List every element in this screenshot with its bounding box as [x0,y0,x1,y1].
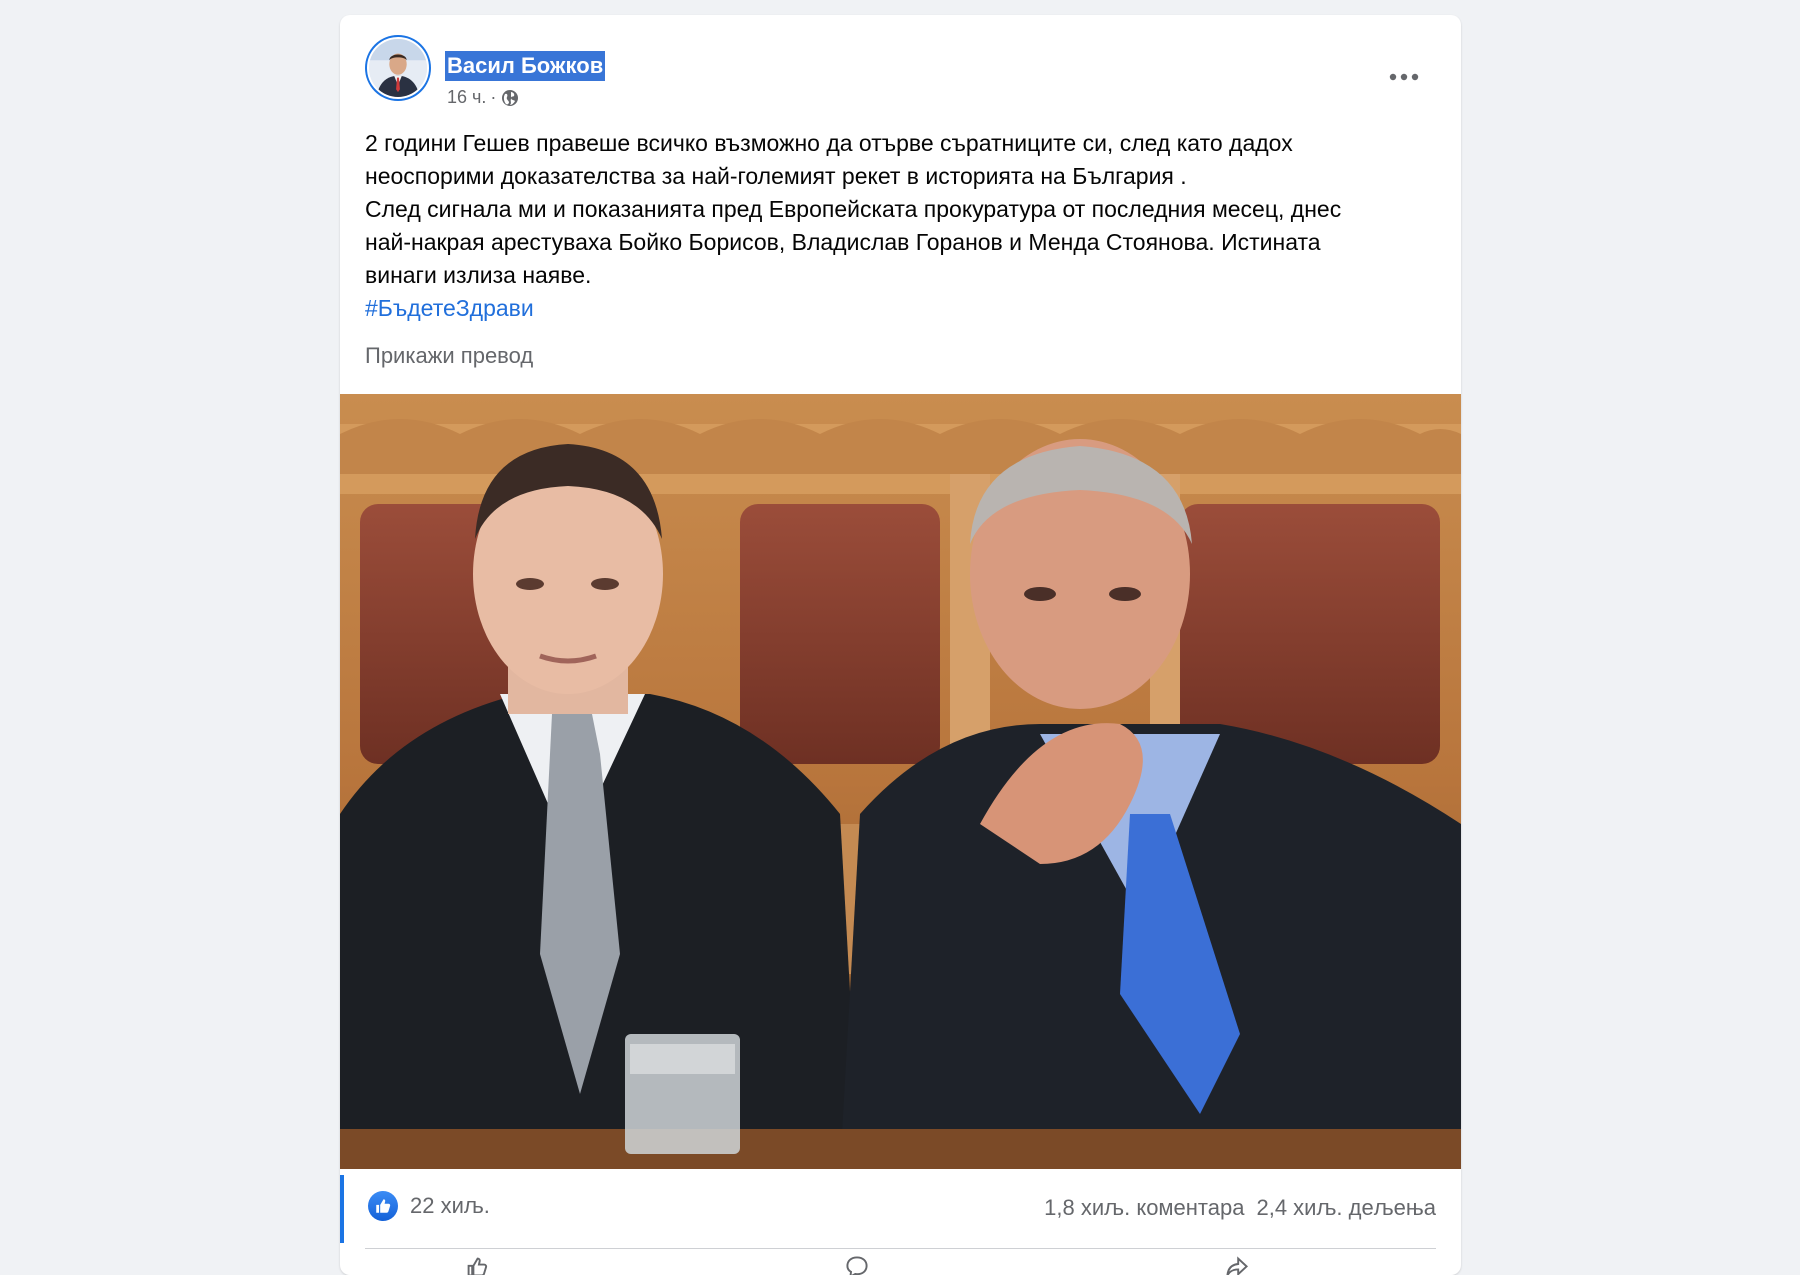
post-meta: 16 ч. · [447,87,520,108]
post-text-line: най-накрая арестуваха Бойко Борисов, Вла… [365,229,1321,255]
avatar-image [367,37,429,99]
post-time[interactable]: 16 ч. [447,87,486,108]
meta-separator: · [490,87,497,107]
like-count: 22 хиљ. [410,1193,490,1218]
comment-button[interactable] [845,1255,869,1275]
post-text-line: След сигнала ми и показанията пред Европ… [365,196,1342,222]
comments-count-link[interactable]: 1,8 хиљ. коментара [1044,1195,1244,1221]
share-icon [1226,1256,1249,1275]
action-row [365,1251,1436,1275]
actions-divider [365,1248,1436,1249]
avatar-portrait-icon [369,39,427,97]
post-photo[interactable] [340,394,1461,1169]
reactions-summary[interactable]: 22 хиљ. [368,1191,490,1221]
see-translation-link[interactable]: Прикажи превод [365,343,533,369]
post-text-line: неоспорими доказателства за най-големият… [365,163,1187,189]
more-options-icon [1389,73,1419,81]
post-text-line: винаги излиза наяве. [365,262,592,288]
post-text: 2 години Гешев правеше всичко възможно д… [365,127,1425,325]
like-button[interactable] [465,1255,489,1275]
author-name-link[interactable]: Васил Божков [445,51,606,81]
comment-icon [846,1256,868,1275]
shares-count-link[interactable]: 2,4 хиљ. дељења [1256,1195,1436,1221]
like-icon [368,1191,398,1221]
photo-image [340,394,1461,1169]
share-button[interactable] [1225,1255,1249,1275]
like-outline-icon [467,1257,488,1275]
engagement-counts: 1,8 хиљ. коментара 2,4 хиљ. дељења [1044,1195,1436,1221]
reactions-bar: 22 хиљ. 1,8 хиљ. коментара 2,4 хиљ. деље… [340,1175,1461,1243]
author-avatar[interactable] [365,35,431,101]
more-options-button[interactable] [1382,55,1426,99]
hashtag-link[interactable]: #БъдетеЗдрави [365,295,534,321]
globe-icon[interactable] [500,88,520,108]
post-text-line: 2 години Гешев правеше всичко възможно д… [365,130,1293,156]
post-header: Васил Божков 16 ч. · [365,35,1436,108]
post-card: Васил Божков 16 ч. · 2 години Гешев прав… [340,15,1461,1275]
